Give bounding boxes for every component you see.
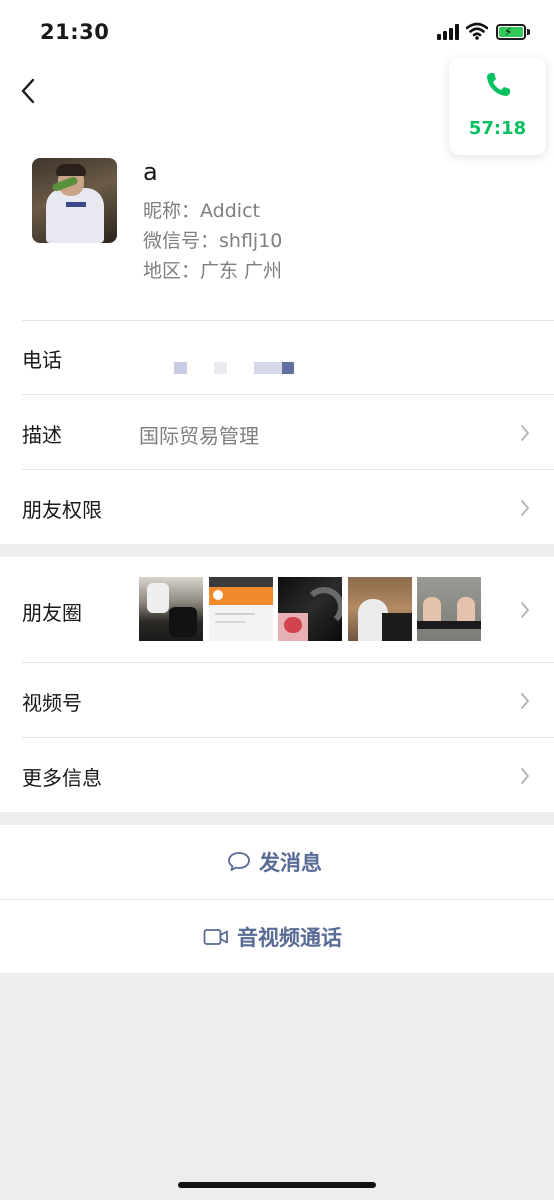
moments-photo (139, 577, 203, 641)
voice-call-floating-window[interactable]: 57:18 (449, 58, 546, 155)
cellular-signal-icon (437, 24, 459, 40)
video-call-button[interactable]: 音视频通话 (0, 900, 554, 974)
call-timer: 57:18 (468, 118, 527, 139)
friend-permissions-row[interactable]: 朋友权限 (0, 470, 554, 544)
phone-label: 电话 (22, 348, 62, 372)
description-row[interactable]: 描述 国际贸易管理 (0, 395, 554, 469)
more-info-row[interactable]: 更多信息 (0, 738, 554, 812)
chevron-right-icon (521, 693, 529, 709)
action-buttons: 发消息 音视频通话 (0, 825, 554, 973)
moments-label: 朋友圈 (22, 601, 82, 625)
video-call-label: 音视频通话 (237, 926, 342, 950)
status-time: 21:30 (40, 20, 110, 44)
moments-photo (348, 577, 412, 641)
wifi-icon (466, 22, 488, 40)
chevron-right-icon (521, 768, 529, 784)
avatar[interactable] (32, 158, 117, 243)
contact-profile-screen: 21:30 ⚡ 57:18 a 昵称：Addict 微信号：shflj10 地区… (0, 0, 554, 1200)
social-group: 朋友圈 视频号 更多信息 (0, 557, 554, 812)
chevron-right-icon (521, 500, 529, 516)
battery-cap (527, 29, 530, 35)
contact-name: a (143, 158, 158, 186)
contact-info-group: 电话 描述 国际贸易管理 朋友权限 (0, 320, 554, 544)
nickname-text: 昵称：Addict (143, 200, 260, 222)
back-chevron-icon[interactable] (18, 76, 42, 106)
channels-label: 视频号 (22, 691, 82, 715)
description-value: 国际贸易管理 (139, 424, 259, 448)
moments-row[interactable]: 朋友圈 (0, 557, 554, 662)
battery-icon: ⚡ (496, 24, 526, 40)
moments-photo (209, 577, 273, 641)
send-message-button[interactable]: 发消息 (0, 825, 554, 899)
video-camera-icon (203, 929, 228, 945)
channels-row[interactable]: 视频号 (0, 663, 554, 737)
chat-bubble-icon (228, 852, 250, 871)
phone-row[interactable]: 电话 (0, 320, 554, 394)
status-bar: 21:30 ⚡ (0, 0, 554, 64)
moments-photo (278, 577, 342, 641)
friend-permissions-label: 朋友权限 (22, 498, 102, 522)
region-text: 地区：广东 广州 (143, 260, 283, 282)
moments-photo (417, 577, 481, 641)
description-label: 描述 (22, 423, 62, 447)
profile-header: 57:18 a 昵称：Addict 微信号：shflj10 地区：广东 广州 (0, 58, 554, 320)
more-info-label: 更多信息 (22, 766, 102, 790)
phone-icon (487, 73, 510, 96)
send-message-label: 发消息 (259, 851, 322, 875)
home-indicator[interactable] (178, 1182, 376, 1188)
chevron-right-icon (521, 425, 529, 441)
chevron-right-icon (521, 602, 529, 618)
wechat-id-text: 微信号：shflj10 (143, 230, 283, 252)
